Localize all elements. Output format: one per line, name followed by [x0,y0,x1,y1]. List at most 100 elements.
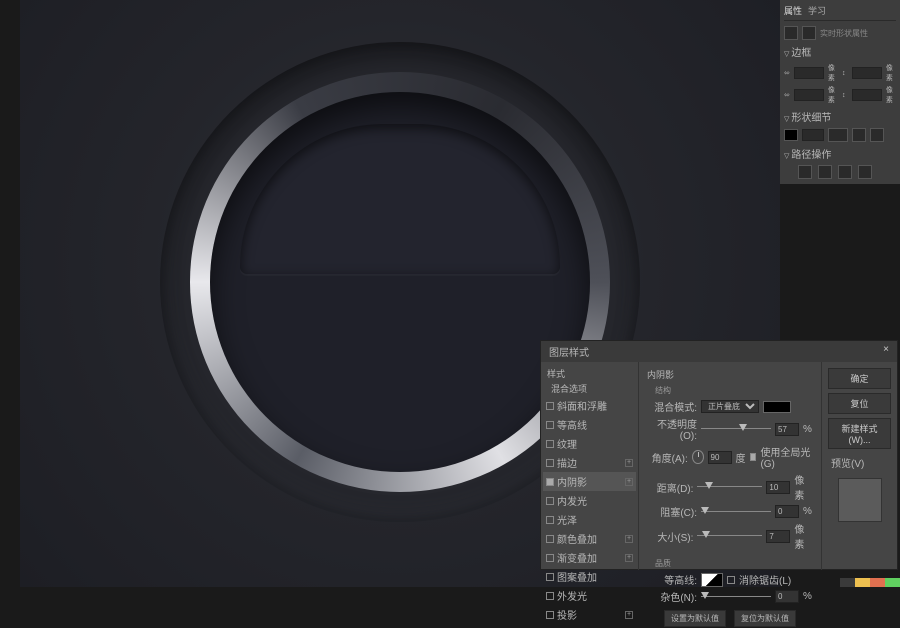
ok-button[interactable]: 确定 [828,368,891,389]
effect-checkbox[interactable] [546,535,554,543]
section-margin[interactable]: ▽边框 [784,41,896,62]
effect-checkbox[interactable] [546,573,554,581]
margin-h-input[interactable] [852,67,882,79]
make-default-button[interactable]: 设置为默认值 [664,610,726,627]
noise-row: 杂色(N): % [647,588,813,605]
effect-checkbox[interactable] [546,402,554,410]
effect-item-6[interactable]: 光泽 [543,510,636,529]
effect-label: 渐变叠加 [557,554,597,565]
status-chip [870,578,885,587]
antialias-checkbox[interactable] [727,576,735,584]
noise-input[interactable] [775,590,799,603]
effect-checkbox[interactable] [546,459,554,467]
effect-item-7[interactable]: 颜色叠加+ [543,529,636,548]
size-slider[interactable] [697,531,762,541]
effect-label: 图案叠加 [557,573,597,584]
stroke-cap-icon[interactable] [870,128,884,142]
margin-row2: ⬄像素 ↕像素 [784,84,896,106]
effect-checkbox[interactable] [546,478,554,486]
new-style-button[interactable]: 新建样式(W)... [828,418,891,449]
effect-label: 内发光 [557,497,587,508]
stroke-align-icon[interactable] [852,128,866,142]
effect-item-11[interactable]: 投影 + [543,605,636,624]
defaults-row: 设置为默认值 复位为默认值 [647,609,813,628]
effect-label: 光泽 [557,516,577,527]
tab-learn[interactable]: 学习 [808,4,826,17]
section-path-ops[interactable]: ▽路径操作 [784,143,896,164]
effect-item-10[interactable]: 外发光 [543,586,636,605]
effect-checkbox[interactable] [546,497,554,505]
preview-row: 预览(V) [828,455,891,470]
distance-input[interactable] [766,481,790,494]
reset-default-button[interactable]: 复位为默认值 [734,610,796,627]
margin-x-input[interactable] [794,89,824,101]
effect-label: 投影 [557,611,577,622]
pathop-intersect-icon[interactable] [838,165,852,179]
effect-label: 斜面和浮雕 [557,402,607,413]
effect-label: 外发光 [557,592,587,603]
effect-item-9[interactable]: 图案叠加 [543,567,636,586]
contour-picker[interactable] [701,573,723,587]
margin-w-input[interactable] [794,67,824,79]
fill-swatch[interactable] [784,129,798,141]
quality-heading: 品质 [647,556,813,571]
effect-settings: 内阴影 结构 混合模式: 正片叠底 不透明度(O): % 角度(A): 度 使用… [639,362,821,570]
effect-checkbox[interactable] [546,554,554,562]
angle-input[interactable] [708,451,732,464]
effects-header: 样式 [543,366,636,381]
opacity-slider[interactable] [701,424,771,434]
live-shape-label: 实时形状属性 [820,28,868,39]
size-input[interactable] [766,530,790,543]
close-icon[interactable]: × [883,344,889,359]
cancel-button[interactable]: 复位 [828,393,891,414]
pathop-combine-icon[interactable] [798,165,812,179]
angle-dial-icon[interactable] [692,450,704,464]
properties-tabs: 属性 学习 [784,4,896,21]
pathop-exclude-icon[interactable] [858,165,872,179]
dialog-titlebar[interactable]: 图层样式 × [541,341,897,362]
color-swatch[interactable] [763,401,791,413]
status-chip [840,578,855,587]
effect-item-2[interactable]: 纹理 [543,434,636,453]
opacity-row: 不透明度(O): % [647,415,813,443]
plus-icon[interactable]: + [625,554,633,562]
status-chip [885,578,900,587]
blend-mode-select[interactable]: 正片叠底 [701,400,759,413]
effect-checkbox[interactable] [546,421,554,429]
margin-y-input[interactable] [852,89,882,101]
effect-item-5[interactable]: 内发光 [543,491,636,510]
section-shape-details[interactable]: ▽形状细节 [784,106,896,127]
effect-label: 内阴影 [557,478,587,489]
choke-slider[interactable] [701,507,771,517]
effect-checkbox[interactable] [546,516,554,524]
plus-icon[interactable]: + [625,611,633,619]
pathop-subtract-icon[interactable] [818,165,832,179]
plus-icon[interactable]: + [625,535,633,543]
effect-checkbox[interactable] [546,440,554,448]
noise-slider[interactable] [701,592,771,602]
choke-input[interactable] [775,505,799,518]
tab-attributes[interactable]: 属性 [784,4,802,17]
effect-checkbox[interactable] [546,611,554,619]
opacity-input[interactable] [775,423,799,436]
global-light-checkbox[interactable] [750,453,757,461]
effect-item-1[interactable]: 等高线 [543,415,636,434]
effect-label: 描边 [557,459,577,470]
effect-item-8[interactable]: 渐变叠加 + [543,548,636,567]
plus-icon[interactable]: + [625,478,633,486]
halfmoon-inset [240,124,560,274]
distance-slider[interactable] [697,482,762,492]
path-ops-row [784,164,896,180]
effect-checkbox[interactable] [546,592,554,600]
plus-icon[interactable]: + [625,459,633,467]
effect-item-3[interactable]: 描边 + [543,453,636,472]
preview-swatch [838,478,882,522]
blend-mode-row: 混合模式: 正片叠底 [647,398,813,415]
disclosure-icon: ▽ [784,51,789,58]
effect-item-4[interactable]: 内阴影 + [543,472,636,491]
effect-item-0[interactable]: 斜面和浮雕 [543,396,636,415]
stroke-type-icon[interactable] [828,128,848,142]
blend-options[interactable]: 混合选项 [543,381,636,396]
dialog-body: 样式 混合选项 斜面和浮雕等高线纹理描边 + 内阴影 + 内发光光泽颜色叠加+ 渐变叠加 +… [541,362,897,570]
stroke-width-input[interactable] [802,129,824,141]
